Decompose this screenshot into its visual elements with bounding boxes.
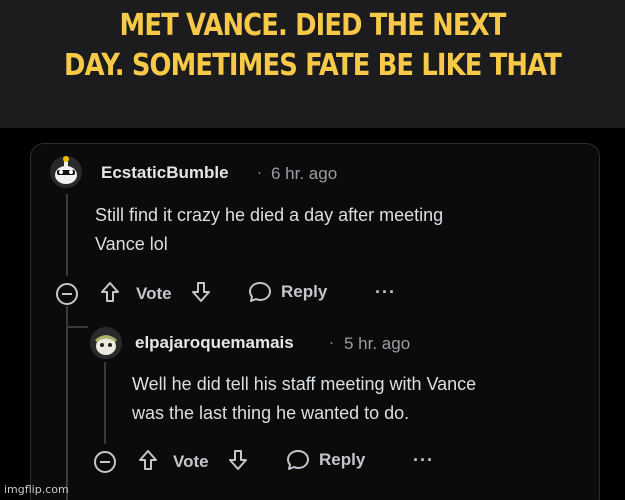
- vote-label: Vote: [173, 452, 209, 471]
- thread-line-reply: [104, 362, 106, 444]
- upvote-arrow-icon: [101, 282, 119, 302]
- reply-label: Reply: [319, 450, 366, 469]
- comment-username[interactable]: EcstaticBumble: [101, 163, 229, 183]
- more-options-button[interactable]: ···: [413, 450, 434, 471]
- comment-timestamp[interactable]: 6 hr. ago: [271, 164, 337, 184]
- vote-label: Vote: [136, 284, 172, 303]
- comment-body: Well he did tell his staff meeting with …: [132, 370, 476, 428]
- reply-bubble-icon: [249, 282, 271, 302]
- thread-line-main: [66, 194, 68, 276]
- snoo-avatar-icon[interactable]: [49, 155, 83, 189]
- downvote-button[interactable]: [228, 448, 248, 472]
- upvote-button[interactable]: [138, 448, 158, 472]
- collapse-thread-button[interactable]: [56, 283, 78, 305]
- upvote-button[interactable]: [100, 280, 120, 304]
- comment-body-line: Still find it crazy he died a day after …: [95, 205, 444, 225]
- comment-thread-panel: [30, 143, 600, 500]
- snoo-avatar-icon[interactable]: [89, 326, 123, 360]
- comment-username[interactable]: elpajaroquemamais: [135, 333, 294, 353]
- downvote-arrow-icon: [192, 282, 210, 302]
- separator-dot: ·: [329, 334, 334, 351]
- thread-line-branch: [66, 306, 68, 500]
- separator-dot: ·: [257, 164, 262, 181]
- comment-body-line: Vance lol: [95, 234, 168, 254]
- reply-label: Reply: [281, 282, 328, 301]
- thread-line-connector: [66, 326, 88, 328]
- reply-bubble-icon: [287, 450, 309, 470]
- comment-body-line: was the last thing he wanted to do.: [132, 403, 410, 423]
- reply-button[interactable]: Reply: [286, 449, 365, 471]
- meme-caption: MET VANCE. DIED THE NEXT DAY. SOMETIMES …: [64, 8, 562, 83]
- downvote-arrow-icon: [229, 450, 247, 470]
- reply-button[interactable]: Reply: [248, 281, 327, 303]
- comment-body-line: Well he did tell his staff meeting with …: [132, 374, 477, 394]
- more-options-button[interactable]: ···: [375, 282, 396, 303]
- imgflip-watermark: imgflip.com: [4, 483, 69, 496]
- meme-caption-bar: MET VANCE. DIED THE NEXT DAY. SOMETIMES …: [0, 0, 625, 128]
- collapse-thread-button[interactable]: [94, 451, 116, 473]
- upvote-arrow-icon: [139, 450, 157, 470]
- comment-body: Still find it crazy he died a day after …: [95, 201, 443, 259]
- downvote-button[interactable]: [191, 280, 211, 304]
- comment-timestamp[interactable]: 5 hr. ago: [344, 334, 410, 354]
